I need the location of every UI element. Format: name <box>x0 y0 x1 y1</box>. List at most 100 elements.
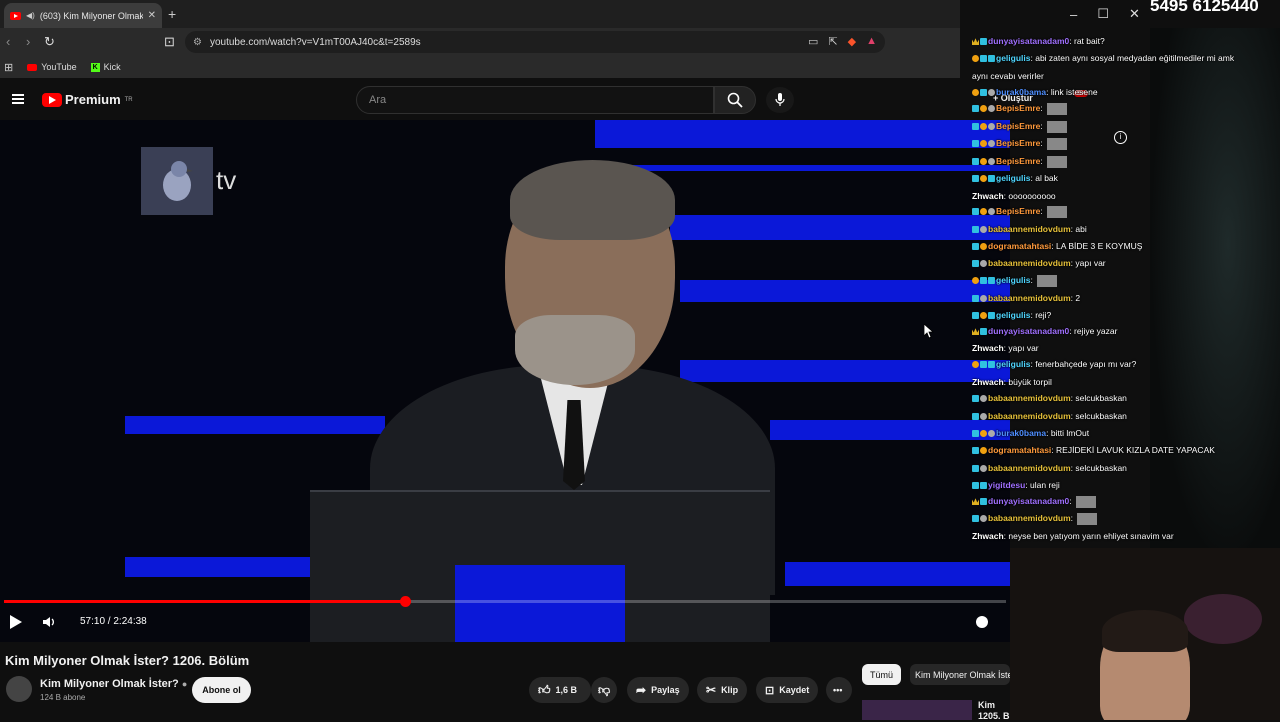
url-field[interactable]: ⚙ youtube.com/watch?v=V1mT00AJ40c&t=2589… <box>185 31 885 53</box>
chat-username[interactable]: dunyayisatanadam0 <box>988 36 1069 46</box>
audio-icon[interactable]: ◀) <box>26 11 35 20</box>
chat-username[interactable]: BepisEmre <box>996 206 1040 216</box>
chat-badge-icon <box>972 498 979 506</box>
voice-search-button[interactable] <box>766 87 794 113</box>
search-input[interactable] <box>356 86 714 114</box>
chat-emote-icon <box>1047 137 1068 150</box>
video-title: Kim Milyoner Olmak İster? 1206. Bölüm <box>5 653 250 668</box>
save-button[interactable]: ⊡ Kaydet <box>756 677 819 703</box>
autoplay-toggle[interactable] <box>976 616 988 628</box>
chat-badge-icon <box>988 277 995 285</box>
maximize-icon[interactable]: ☐ <box>1097 6 1109 22</box>
youtube-logo[interactable]: Premium TR <box>42 92 133 107</box>
chat-username[interactable]: yigitdesu <box>988 480 1025 490</box>
chat-badge-icon <box>972 447 979 455</box>
chat-username[interactable]: dunyayisatanadam0 <box>988 326 1069 336</box>
close-window-icon[interactable]: ✕ <box>1129 6 1140 22</box>
chat-username[interactable]: Zhwach <box>972 191 1004 201</box>
share-button[interactable]: ➦ Paylaş <box>627 677 689 703</box>
progress-bar[interactable] <box>4 596 1006 607</box>
volume-icon[interactable] <box>42 615 56 629</box>
astroworld-sign <box>1184 594 1262 644</box>
chat-username[interactable]: babaannemidovdum <box>988 411 1071 421</box>
chat-username[interactable]: BepisEmre <box>996 121 1040 131</box>
menu-icon[interactable] <box>12 94 24 104</box>
reload-icon[interactable]: ↻ <box>44 34 55 50</box>
chat-message: geligulis: abi zaten aynı sosyal medyada… <box>972 50 1234 67</box>
filter-chip-channel[interactable]: Kim Milyoner Olmak İster? <box>910 664 1010 685</box>
brave-shield-icon[interactable]: ◆ <box>848 35 856 48</box>
like-button[interactable]: 👍︎ 1,6 B <box>529 677 591 703</box>
chat-badge-icon <box>988 105 995 113</box>
filter-chip-all[interactable]: Tümü <box>862 664 902 685</box>
new-tab-button[interactable]: + <box>168 6 176 22</box>
minimize-icon[interactable]: – <box>1070 7 1077 22</box>
chat-badge-icon <box>972 328 979 336</box>
recommended-thumbnail[interactable] <box>862 700 972 720</box>
site-info-icon[interactable]: ⚙ <box>193 37 202 48</box>
chat-username[interactable]: babaannemidovdum <box>988 293 1071 303</box>
chat-username[interactable]: geligulis <box>996 359 1030 369</box>
chat-username[interactable]: dunyayisatanadam0 <box>988 496 1069 506</box>
chat-username[interactable]: babaannemidovdum <box>988 463 1071 473</box>
chat-message: Zhwach: büyük torpil <box>972 374 1052 391</box>
play-icon[interactable] <box>10 615 22 629</box>
bookmarks-bar: ⊞ YouTube K Kick <box>0 56 960 78</box>
progress-scrubber[interactable] <box>399 596 411 607</box>
chat-username[interactable]: BepisEmre <box>996 156 1040 166</box>
browser-tab[interactable]: ◀) (603) Kim Milyoner Olmak İster... ✕ <box>4 3 162 28</box>
search-button[interactable] <box>714 86 756 114</box>
bookmark-icon[interactable]: ⊡ <box>164 34 175 50</box>
chat-message: yigitdesu: ulan reji <box>972 477 1060 494</box>
chat-badge-icon <box>972 295 979 303</box>
chat-username[interactable]: burak0bama <box>996 87 1046 97</box>
bookmark-kick[interactable]: K Kick <box>90 62 121 72</box>
channel-name[interactable]: Kim Milyoner Olmak İster? ● <box>40 678 187 690</box>
subscribe-button[interactable]: Abone ol <box>192 677 251 703</box>
chat-username[interactable]: dogramatahtasi <box>988 241 1051 251</box>
chat-badge-icon <box>972 482 979 490</box>
chat-username[interactable]: babaannemidovdum <box>988 258 1071 268</box>
chat-badge-icon <box>980 328 987 336</box>
chat-username[interactable]: Zhwach <box>972 343 1004 353</box>
tab-title: (603) Kim Milyoner Olmak İster... <box>39 10 143 21</box>
clip-button[interactable]: ✂ Klip <box>697 677 748 703</box>
bookmark-youtube[interactable]: YouTube <box>27 62 77 72</box>
chat-username[interactable]: geligulis <box>996 310 1030 320</box>
brave-rewards-icon[interactable]: ▲ <box>866 35 877 48</box>
recommended-title[interactable]: Kim 1205. B <box>978 700 1010 722</box>
subscriber-count: 124 B abone <box>40 693 86 702</box>
dislike-button[interactable]: 👎︎ <box>591 677 617 703</box>
chat-username[interactable]: geligulis <box>996 173 1030 183</box>
close-tab-icon[interactable]: ✕ <box>148 10 156 21</box>
chat-message: babaannemidovdum: selcukbaskan <box>972 390 1127 407</box>
forward-icon[interactable]: › <box>26 34 30 49</box>
share-icon[interactable]: ⇱ <box>828 35 837 48</box>
back-icon[interactable]: ‹ <box>6 34 10 49</box>
video-player[interactable]: tv 57:10 / 2:24:38 <box>0 120 1010 642</box>
more-actions-button[interactable]: ••• <box>826 677 852 703</box>
chat-text: link istesene <box>1050 87 1098 97</box>
cast-icon[interactable]: ▭ <box>808 35 818 48</box>
chat-username[interactable]: geligulis <box>996 53 1030 63</box>
chat-username[interactable]: BepisEmre <box>996 138 1040 148</box>
channel-watermark-logo <box>141 147 213 215</box>
chat-message: babaannemidovdum: <box>972 510 1098 527</box>
chat-badge-icon <box>988 140 995 148</box>
chat-username[interactable]: babaannemidovdum <box>988 224 1071 234</box>
chat-badge-icon <box>972 55 979 63</box>
chat-username[interactable]: Zhwach <box>972 377 1004 387</box>
set-light-stripe <box>125 416 385 434</box>
chat-username[interactable]: BepisEmre <box>996 103 1040 113</box>
chat-username[interactable]: Zhwach <box>972 531 1004 541</box>
microphone-icon <box>775 93 785 106</box>
chat-username[interactable]: babaannemidovdum <box>988 393 1071 403</box>
player-controls: 57:10 / 2:24:38 <box>0 610 1010 636</box>
chat-username[interactable]: babaannemidovdum <box>988 513 1071 523</box>
apps-grid-icon[interactable]: ⊞ <box>4 61 13 74</box>
chat-username[interactable]: dogramatahtasi <box>988 445 1051 455</box>
chat-username[interactable]: geligulis <box>996 275 1030 285</box>
chat-username[interactable]: burak0bama <box>996 428 1046 438</box>
channel-avatar[interactable] <box>6 676 32 702</box>
chat-badge-icon <box>972 208 979 216</box>
